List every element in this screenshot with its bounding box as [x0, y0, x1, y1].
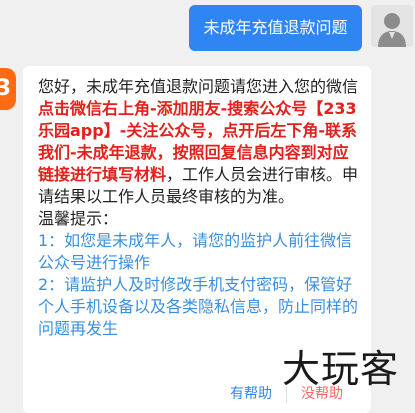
user-message-bubble: 未成年充值退款问题 [189, 5, 362, 51]
user-silhouette-icon [371, 5, 413, 47]
tips-title: 温馨提示： [38, 209, 119, 228]
tip-item: 1：如您是未成年人，请您的监护人前往微信公众号进行操作 [38, 231, 353, 272]
chat-screen: 未成年充值退款问题 3 您好，未成年充值退款问题请您进入您的微信点击微信右上角-… [0, 0, 415, 413]
bot-reply-paragraph: 您好，未成年充值退款问题请您进入您的微信点击微信右上角-添加朋友-搜索公众号【2… [38, 76, 363, 208]
watermark-logo: 大玩客 [282, 347, 400, 391]
tip-item: 2：请监护人及时修改手机支付密码，保管好个人手机设备以及各类隐私信息，防止同样的… [38, 275, 359, 338]
user-avatar[interactable] [371, 5, 413, 47]
bot-intro-text: 您好，未成年充值退款问题请您进入您的微信 [38, 77, 359, 96]
bot-logo-text: 3 [0, 76, 11, 101]
helpful-button[interactable]: 有帮助 [230, 382, 272, 406]
user-message-text: 未成年充值退款问题 [203, 18, 348, 37]
bot-logo-avatar: 3 [0, 68, 16, 110]
